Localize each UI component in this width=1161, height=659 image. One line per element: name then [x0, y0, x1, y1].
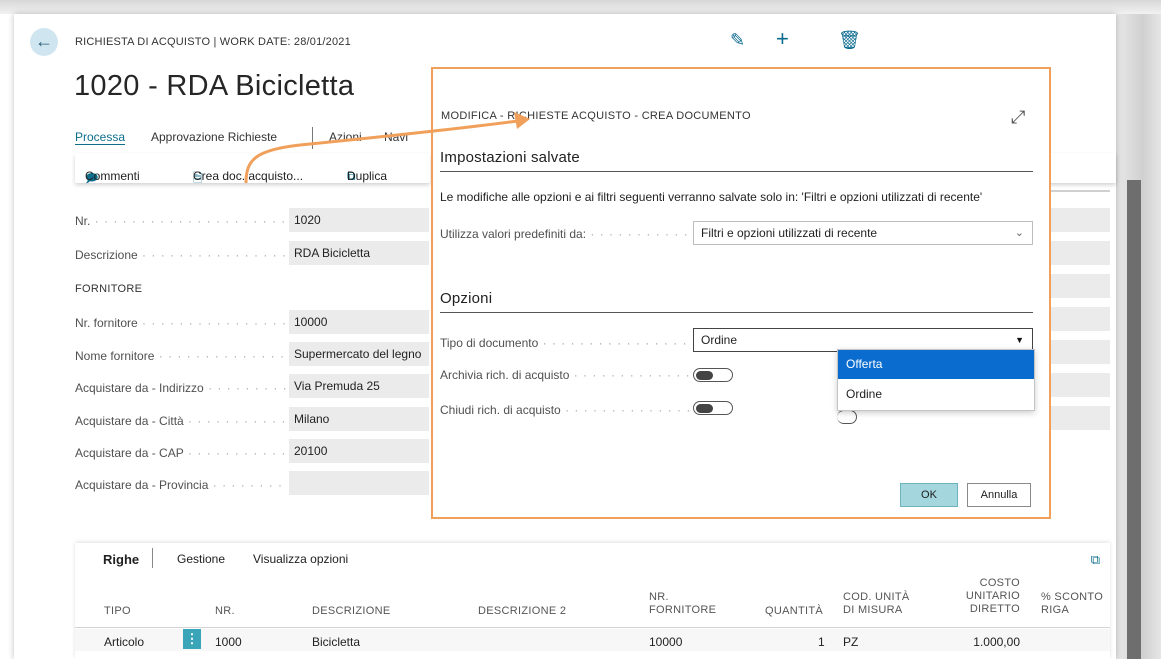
cell-tipo[interactable]: Articolo: [104, 635, 144, 649]
col-sconto-riga[interactable]: % SCONTO RIGA: [1041, 591, 1103, 617]
option-offerta[interactable]: Offerta: [838, 350, 1034, 379]
col-descrizione[interactable]: DESCRIZIONE: [312, 605, 390, 618]
cell-costo[interactable]: 1.000,00: [970, 635, 1020, 649]
provincia-label: Acquistare da - Provincia: [75, 478, 287, 492]
use-defaults-label: Utilizza valori predefiniti da:: [440, 227, 692, 241]
nr-fornitore-field[interactable]: 10000: [289, 310, 429, 334]
cell-unita[interactable]: PZ: [843, 635, 858, 649]
option-ordine[interactable]: Ordine: [838, 380, 1034, 409]
crea-documento-dialog: MODIFICA - RICHIESTE ACQUISTO - CREA DOC…: [431, 67, 1051, 519]
trash-icon[interactable]: 🗑: [838, 30, 861, 51]
archive-label: Archivia rich. di acquisto: [440, 368, 692, 382]
cell-descrizione[interactable]: Bicicletta: [312, 635, 360, 649]
cancel-button[interactable]: Annulla: [967, 483, 1031, 507]
row-actions-button[interactable]: ⋮: [183, 629, 201, 649]
back-arrow-icon[interactable]: ←: [30, 28, 58, 56]
saved-settings-note: Le modifiche alle opzioni e ai filtri se…: [440, 190, 983, 204]
col-tipo[interactable]: TIPO: [104, 605, 131, 618]
heading-rule: [440, 312, 1033, 313]
indirizzo-field[interactable]: Via Premuda 25: [289, 374, 429, 398]
lines-part: Righe Gestione Visualizza opzioni ⧉ TIPO…: [75, 543, 1110, 659]
tab-processa[interactable]: Processa: [75, 130, 125, 144]
cap-label: Acquistare da - CAP: [75, 446, 287, 460]
ok-button[interactable]: OK: [900, 483, 958, 507]
citta-field[interactable]: Milano: [289, 407, 429, 431]
caret-down-icon: ▼: [1015, 335, 1024, 345]
archive-toggle[interactable]: [693, 368, 733, 382]
heading-rule: [440, 171, 1033, 172]
nr-fornitore-label: Nr. fornitore: [75, 316, 287, 330]
col-quantita[interactable]: QUANTITÀ: [765, 605, 823, 618]
window-top-edge: [0, 0, 1161, 14]
cell-nr[interactable]: 1000: [215, 635, 242, 649]
breadcrumb: RICHIESTA DI ACQUISTO | WORK DATE: 28/01…: [75, 36, 351, 48]
dialog-title: MODIFICA - RICHIESTE ACQUISTO - CREA DOC…: [441, 110, 751, 122]
col-nr-fornitore[interactable]: NR. FORNITORE: [649, 591, 716, 617]
tab-azioni[interactable]: Azioni: [329, 130, 362, 144]
nr-field[interactable]: 1020: [289, 208, 429, 232]
expand-icon[interactable]: ⧉: [1091, 552, 1100, 568]
descrizione-field[interactable]: RDA Bicicletta: [289, 241, 429, 265]
nr-label: Nr.: [75, 214, 287, 228]
pencil-icon[interactable]: ✎: [730, 30, 745, 51]
col-nr[interactable]: NR.: [215, 605, 235, 618]
cell-quantita[interactable]: 1: [818, 635, 825, 649]
close-label: Chiudi rich. di acquisto: [440, 403, 692, 417]
provincia-field[interactable]: [289, 471, 429, 495]
expand-dialog-icon[interactable]: ⤢: [1011, 107, 1025, 128]
tab-navigate[interactable]: Navi: [384, 130, 408, 144]
saved-settings-heading: Impostazioni salvate: [440, 149, 580, 166]
citta-label: Acquistare da - Città: [75, 414, 287, 428]
col-costo-unitario[interactable]: COSTO UNITARIO DIRETTO: [950, 577, 1020, 616]
doc-type-dropdown: Offerta Ordine: [837, 349, 1035, 411]
col-descrizione-2[interactable]: DESCRIZIONE 2: [478, 605, 566, 618]
nome-fornitore-field[interactable]: Supermercato del legno: [289, 342, 429, 366]
nome-fornitore-label: Nome fornitore: [75, 349, 287, 363]
tab-approvazione-richieste[interactable]: Approvazione Richieste: [151, 130, 277, 144]
vertical-scrollbar[interactable]: [1127, 180, 1141, 659]
close-toggle[interactable]: [693, 401, 733, 415]
col-cod-unita[interactable]: COD. UNITÀ DI MISURA: [843, 591, 910, 617]
use-defaults-select[interactable]: Filtri e opzioni utilizzati di recente ⌄: [693, 221, 1033, 245]
options-heading: Opzioni: [440, 290, 493, 307]
visualizza-opzioni-button[interactable]: Visualizza opzioni: [253, 552, 348, 566]
tab-separator: [312, 127, 313, 149]
chevron-down-icon: ⌄: [1014, 227, 1024, 239]
plus-icon[interactable]: +: [776, 26, 789, 52]
hidden-toggle-edge: [837, 410, 857, 424]
header-divider: [75, 627, 1110, 628]
cell-nr-fornitore[interactable]: 10000: [649, 635, 682, 649]
lines-title: Righe: [103, 552, 140, 567]
gestione-tab[interactable]: Gestione: [177, 552, 225, 566]
cap-field[interactable]: 20100: [289, 439, 429, 463]
section-fornitore: FORNITORE: [75, 283, 143, 295]
indirizzo-label: Acquistare da - Indirizzo: [75, 381, 287, 395]
toolbar-separator: [152, 548, 153, 568]
action-bar: 🗩 Commenti 🗎 Crea doc. acquisto... ⧉ Dup…: [75, 153, 430, 185]
descrizione-label: Descrizione: [75, 248, 287, 262]
doc-type-label: Tipo di documento: [440, 336, 692, 350]
lines-toolbar: Righe Gestione Visualizza opzioni ⧉: [75, 543, 1110, 575]
page-title: 1020 - RDA Bicicletta: [74, 70, 355, 102]
